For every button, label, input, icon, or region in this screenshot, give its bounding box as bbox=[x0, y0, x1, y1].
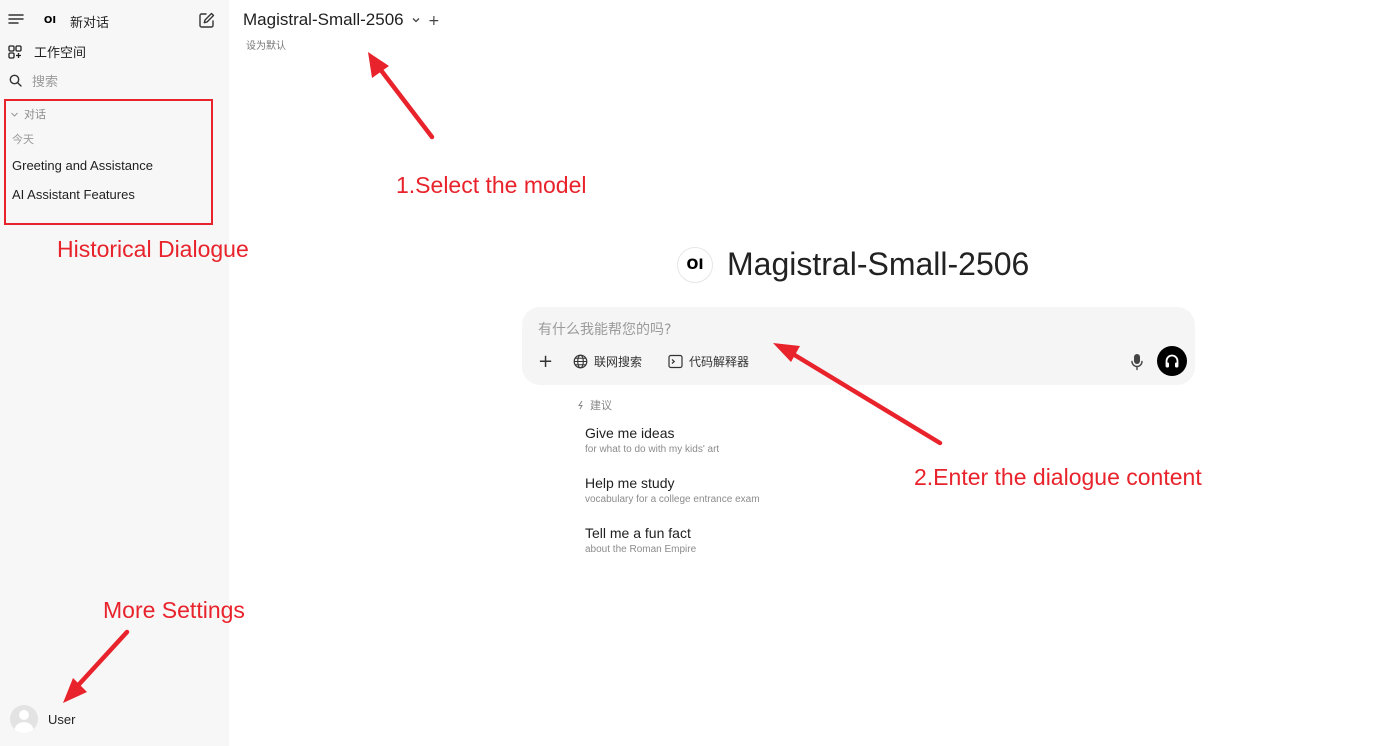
add-model-button[interactable]: + bbox=[428, 13, 440, 29]
search-placeholder: 搜索 bbox=[32, 75, 59, 90]
annotation-historical-dialogue: Historical Dialogue bbox=[57, 236, 249, 262]
suggestion-item[interactable]: Help me study vocabulary for a college e… bbox=[585, 475, 760, 505]
set-default-link[interactable]: 设为默认 bbox=[246, 37, 286, 52]
grid-icon bbox=[8, 44, 22, 59]
workspace-label: 工作空间 bbox=[34, 46, 87, 61]
edit-icon[interactable] bbox=[198, 11, 216, 29]
annotation-enter-content: 2.Enter the dialogue content bbox=[914, 464, 1202, 490]
suggestion-subtitle: for what to do with my kids' art bbox=[585, 444, 720, 455]
model-logo: OI bbox=[677, 246, 713, 283]
annotation-select-model: 1.Select the model bbox=[396, 172, 587, 198]
mic-icon[interactable] bbox=[1130, 353, 1144, 371]
web-search-label: 联网搜索 bbox=[594, 355, 643, 369]
model-selector[interactable]: Magistral-Small-2506 bbox=[243, 10, 421, 30]
suggestion-item[interactable]: Tell me a fun fact about the Roman Empir… bbox=[585, 525, 696, 555]
hero: OI Magistral-Small-2506 bbox=[677, 246, 1029, 283]
code-interpreter-toggle[interactable]: 代码解释器 bbox=[668, 353, 749, 370]
suggestion-subtitle: about the Roman Empire bbox=[585, 544, 697, 555]
annotation-more-settings: More Settings bbox=[103, 597, 245, 623]
suggestion-subtitle: vocabulary for a college entrance exam bbox=[585, 494, 760, 505]
search-icon bbox=[9, 74, 22, 87]
voice-mode-button[interactable] bbox=[1157, 346, 1187, 376]
web-search-toggle[interactable]: 联网搜索 bbox=[573, 353, 642, 370]
sidebar-search[interactable]: 搜索 bbox=[9, 71, 58, 90]
globe-icon bbox=[573, 354, 588, 369]
suggestions-header: 建议 bbox=[576, 397, 612, 413]
chat-composer: + 联网搜索 代码解释器 bbox=[522, 307, 1195, 385]
terminal-icon bbox=[668, 354, 683, 369]
suggestions-label: 建议 bbox=[590, 399, 612, 412]
workspace-link[interactable]: 工作空间 bbox=[8, 42, 86, 61]
chevron-down-icon bbox=[411, 15, 421, 25]
avatar bbox=[10, 705, 38, 733]
chat-input[interactable] bbox=[538, 319, 1098, 341]
sparkle-icon bbox=[576, 400, 586, 410]
history-highlight-box bbox=[4, 99, 213, 225]
attach-button[interactable]: + bbox=[538, 353, 553, 371]
app-logo: OI bbox=[43, 14, 57, 26]
suggestion-title: Help me study bbox=[585, 475, 675, 491]
app-window: OI 新对话 工作空间 搜索 对话 今天 Greeting and Assist… bbox=[0, 0, 1400, 746]
menu-icon[interactable] bbox=[8, 11, 24, 27]
suggestion-title: Tell me a fun fact bbox=[585, 525, 691, 541]
arrow-to-model-selector bbox=[368, 52, 435, 140]
suggestion-item[interactable]: Give me ideas for what to do with my kid… bbox=[585, 425, 719, 455]
new-chat-link[interactable]: 新对话 bbox=[70, 12, 109, 31]
model-name: Magistral-Small-2506 bbox=[243, 10, 404, 29]
user-name: User bbox=[48, 711, 76, 727]
user-menu[interactable]: User bbox=[10, 705, 75, 733]
hero-model-title: Magistral-Small-2506 bbox=[727, 246, 1030, 282]
headphones-icon bbox=[1164, 353, 1180, 369]
code-interpreter-label: 代码解释器 bbox=[689, 355, 750, 369]
suggestion-title: Give me ideas bbox=[585, 425, 675, 441]
